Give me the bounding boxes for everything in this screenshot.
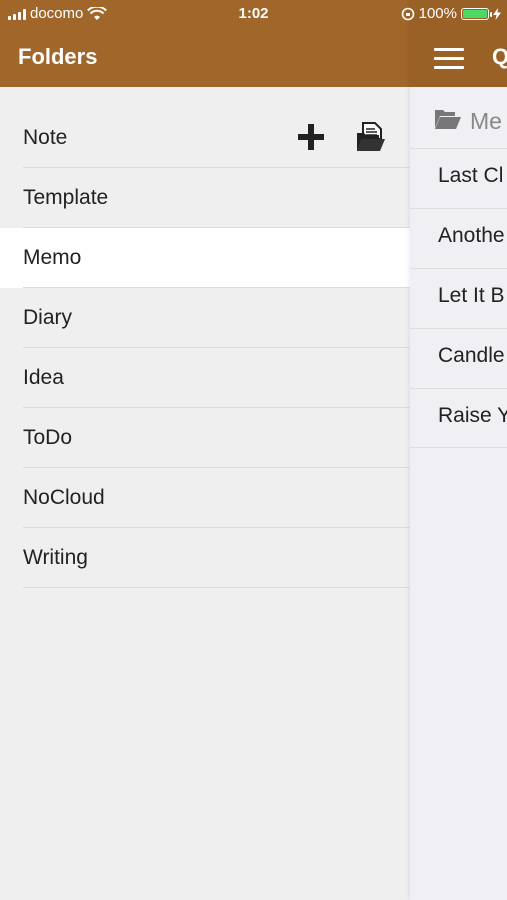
folder-list: Note Template Memo Diary Idea ToDo NoClo… [0, 108, 410, 588]
folder-label: Idea [23, 366, 64, 389]
folder-item-memo[interactable]: Memo [0, 228, 410, 288]
page-title: Folders [18, 44, 98, 69]
note-title: Let It B [438, 284, 505, 307]
notes-header-text: Q [492, 44, 507, 69]
current-folder-label: Me [470, 108, 502, 134]
folder-label: Template [23, 186, 109, 209]
battery-percent: 100% [418, 5, 457, 22]
folder-label: Memo [23, 246, 82, 269]
folder-actions [294, 120, 388, 154]
folder-label: ToDo [23, 426, 73, 449]
folder-label: NoCloud [23, 486, 105, 509]
note-item[interactable]: Last Cl [410, 148, 507, 208]
note-item[interactable]: Anothe [410, 208, 507, 268]
orientation-lock-icon [401, 7, 414, 20]
note-item[interactable]: Candle [410, 328, 507, 388]
note-title: Anothe [438, 224, 505, 247]
folder-item-nocloud[interactable]: NoCloud [0, 468, 410, 528]
note-title: Raise Y [438, 404, 507, 427]
note-list: Last Cl Anothe Let It B Candle Raise Y [410, 148, 507, 448]
charging-bolt-icon [493, 7, 501, 20]
status-right: 100% [401, 5, 501, 22]
folder-open-icon [435, 110, 461, 129]
folder-item-writing[interactable]: Writing [0, 528, 410, 588]
folder-item-diary[interactable]: Diary [0, 288, 410, 348]
add-folder-button[interactable] [294, 120, 328, 154]
folder-item-note[interactable]: Note [0, 108, 410, 168]
open-folder-button[interactable] [354, 120, 388, 154]
plus-icon [298, 124, 324, 150]
status-bar: docomo 1:02 100% [0, 0, 507, 30]
battery-icon [461, 7, 492, 20]
folder-label: Diary [23, 306, 73, 329]
open-folder-document-icon [357, 122, 385, 151]
folders-panel: Folders Note Template Memo Diary Idea To… [0, 0, 410, 900]
menu-icon[interactable] [434, 48, 464, 75]
note-item[interactable]: Let It B [410, 268, 507, 328]
folder-item-idea[interactable]: Idea [0, 348, 410, 408]
folder-label: Writing [23, 546, 88, 569]
folder-item-todo[interactable]: ToDo [0, 408, 410, 468]
note-item[interactable]: Raise Y [410, 388, 507, 448]
notes-panel: Q Me Last Cl Anothe Let It B Candle Rais… [410, 0, 507, 900]
note-title: Candle [438, 344, 505, 367]
note-title: Last Cl [438, 164, 504, 187]
current-folder-row: Me [410, 88, 507, 148]
folder-label: Note [23, 126, 68, 149]
folder-item-template[interactable]: Template [0, 168, 410, 228]
